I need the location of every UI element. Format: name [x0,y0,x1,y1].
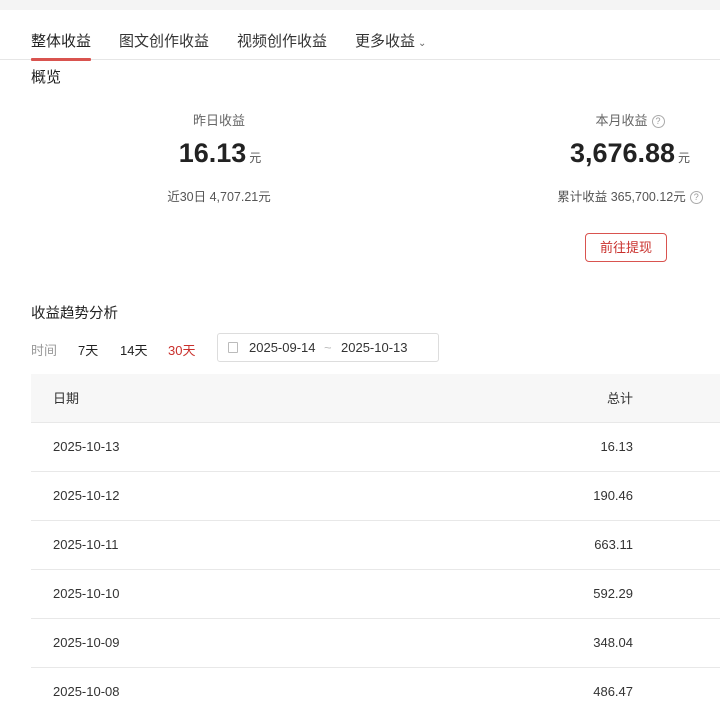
row-date: 2025-10-12 [31,470,315,520]
header-date: 日期 [31,374,315,422]
month-unit: 元 [678,151,691,165]
yesterday-unit: 元 [249,151,262,165]
yesterday-value: 16.13 [178,138,247,168]
row-date: 2025-10-09 [31,617,315,667]
total-income: 累计收益 365,700.12元 [557,190,686,204]
withdraw-button[interactable]: 前往提现 [585,233,667,262]
start-date: 2025-09-14 [249,340,316,355]
row-date: 2025-10-10 [31,568,315,618]
row-total: 663.11 [314,519,720,569]
row-total: 348.04 [314,617,720,667]
row-total: 486.47 [314,666,720,716]
row-total: 16.13 [314,421,720,471]
row-total: 190.46 [314,470,720,520]
table-header: 日期 总计 [31,374,720,422]
table-row: 2025-10-10 592.29 [31,568,720,618]
chevron-down-icon: ⌄ [418,38,427,49]
end-date: 2025-10-13 [341,340,408,355]
month-value: 3,676.88 [569,138,676,168]
table-row: 2025-10-11 663.11 [31,519,720,569]
tab-article[interactable]: 图文创作收益 [119,30,209,51]
tab-bar: 整体收益 图文创作收益 视频创作收益 更多收益 ⌄ [0,22,720,61]
row-date: 2025-10-08 [31,666,315,716]
header-total: 总计 [314,374,720,422]
yesterday-label: 昨日收益 [192,113,245,128]
tab-overall[interactable]: 整体收益 [31,30,92,61]
tab-video[interactable]: 视频创作收益 [237,30,327,51]
help-icon[interactable]: ? [651,115,665,129]
range-30d[interactable]: 30天 [168,340,195,359]
income-table: 日期 总计 2025-10-13 16.13 2025-10-12 190.46 2… [31,374,720,716]
tab-more[interactable]: 更多收益 ⌄ [355,30,426,51]
tab-more-label: 更多收益 [355,33,416,50]
overview-title: 概览 [31,69,62,86]
row-total: 592.29 [314,568,720,618]
date-range-picker[interactable]: 2025-09-14 ~ 2025-10-13 [217,333,439,362]
month-label: 本月收益 [595,113,648,128]
table-row: 2025-10-08 486.47 [31,666,720,716]
top-bar [0,0,720,10]
table-row: 2025-10-13 16.13 [31,421,720,471]
range-14d[interactable]: 14天 [120,340,147,359]
date-separator: ~ [324,340,332,355]
range-7d[interactable]: 7天 [78,340,98,359]
help-icon[interactable]: ? [689,191,703,205]
time-label: 时间 [31,343,58,358]
last-30-days: 近30日 4,707.21元 [167,190,271,204]
trend-title: 收益趋势分析 [31,306,118,322]
table-row: 2025-10-12 190.46 [31,470,720,520]
table-row: 2025-10-09 348.04 [31,617,720,667]
row-date: 2025-10-13 [31,421,315,471]
row-date: 2025-10-11 [31,519,315,569]
calendar-icon [228,342,238,353]
